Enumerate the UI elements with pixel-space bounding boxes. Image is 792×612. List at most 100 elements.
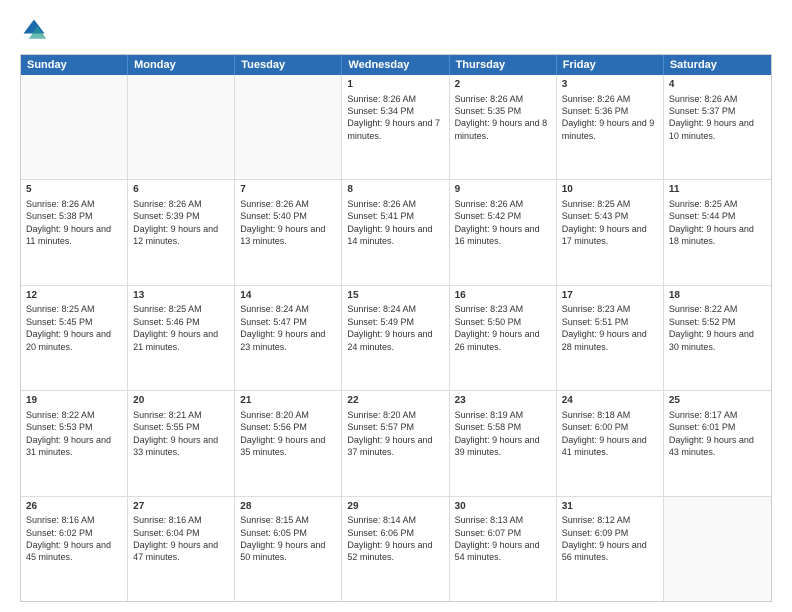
- day-number: 31: [562, 500, 658, 514]
- day-number: 23: [455, 394, 551, 408]
- day-cell-6: 6Sunrise: 8:26 AM Sunset: 5:39 PM Daylig…: [128, 180, 235, 284]
- day-cell-11: 11Sunrise: 8:25 AM Sunset: 5:44 PM Dayli…: [664, 180, 771, 284]
- day-number: 30: [455, 500, 551, 514]
- day-content: Sunrise: 8:26 AM Sunset: 5:36 PM Dayligh…: [562, 93, 658, 143]
- day-number: 28: [240, 500, 336, 514]
- day-cell-29: 29Sunrise: 8:14 AM Sunset: 6:06 PM Dayli…: [342, 497, 449, 601]
- day-number: 12: [26, 289, 122, 303]
- day-cell-20: 20Sunrise: 8:21 AM Sunset: 5:55 PM Dayli…: [128, 391, 235, 495]
- day-content: Sunrise: 8:26 AM Sunset: 5:40 PM Dayligh…: [240, 198, 336, 248]
- day-cell-19: 19Sunrise: 8:22 AM Sunset: 5:53 PM Dayli…: [21, 391, 128, 495]
- day-cell-26: 26Sunrise: 8:16 AM Sunset: 6:02 PM Dayli…: [21, 497, 128, 601]
- day-content: Sunrise: 8:13 AM Sunset: 6:07 PM Dayligh…: [455, 514, 551, 564]
- day-cell-9: 9Sunrise: 8:26 AM Sunset: 5:42 PM Daylig…: [450, 180, 557, 284]
- day-cell-28: 28Sunrise: 8:15 AM Sunset: 6:05 PM Dayli…: [235, 497, 342, 601]
- day-number: 11: [669, 183, 766, 197]
- day-number: 7: [240, 183, 336, 197]
- day-number: 22: [347, 394, 443, 408]
- day-content: Sunrise: 8:26 AM Sunset: 5:38 PM Dayligh…: [26, 198, 122, 248]
- day-number: 24: [562, 394, 658, 408]
- day-cell-27: 27Sunrise: 8:16 AM Sunset: 6:04 PM Dayli…: [128, 497, 235, 601]
- day-content: Sunrise: 8:16 AM Sunset: 6:04 PM Dayligh…: [133, 514, 229, 564]
- day-number: 20: [133, 394, 229, 408]
- day-content: Sunrise: 8:23 AM Sunset: 5:50 PM Dayligh…: [455, 303, 551, 353]
- calendar: SundayMondayTuesdayWednesdayThursdayFrid…: [20, 54, 772, 602]
- calendar-body: 1Sunrise: 8:26 AM Sunset: 5:34 PM Daylig…: [21, 75, 771, 601]
- day-cell-5: 5Sunrise: 8:26 AM Sunset: 5:38 PM Daylig…: [21, 180, 128, 284]
- day-number: 13: [133, 289, 229, 303]
- day-cell-17: 17Sunrise: 8:23 AM Sunset: 5:51 PM Dayli…: [557, 286, 664, 390]
- day-content: Sunrise: 8:25 AM Sunset: 5:43 PM Dayligh…: [562, 198, 658, 248]
- day-number: 27: [133, 500, 229, 514]
- day-cell-14: 14Sunrise: 8:24 AM Sunset: 5:47 PM Dayli…: [235, 286, 342, 390]
- day-content: Sunrise: 8:25 AM Sunset: 5:46 PM Dayligh…: [133, 303, 229, 353]
- day-cell-16: 16Sunrise: 8:23 AM Sunset: 5:50 PM Dayli…: [450, 286, 557, 390]
- day-number: 21: [240, 394, 336, 408]
- day-cell-empty-0-1: [128, 75, 235, 179]
- day-cell-10: 10Sunrise: 8:25 AM Sunset: 5:43 PM Dayli…: [557, 180, 664, 284]
- day-number: 15: [347, 289, 443, 303]
- page: SundayMondayTuesdayWednesdayThursdayFrid…: [0, 0, 792, 612]
- day-number: 2: [455, 78, 551, 92]
- day-content: Sunrise: 8:20 AM Sunset: 5:57 PM Dayligh…: [347, 409, 443, 459]
- day-number: 14: [240, 289, 336, 303]
- weekday-header-sunday: Sunday: [21, 55, 128, 75]
- day-content: Sunrise: 8:16 AM Sunset: 6:02 PM Dayligh…: [26, 514, 122, 564]
- calendar-row-4: 26Sunrise: 8:16 AM Sunset: 6:02 PM Dayli…: [21, 496, 771, 601]
- day-content: Sunrise: 8:18 AM Sunset: 6:00 PM Dayligh…: [562, 409, 658, 459]
- day-content: Sunrise: 8:25 AM Sunset: 5:44 PM Dayligh…: [669, 198, 766, 248]
- day-number: 5: [26, 183, 122, 197]
- day-content: Sunrise: 8:17 AM Sunset: 6:01 PM Dayligh…: [669, 409, 766, 459]
- day-content: Sunrise: 8:26 AM Sunset: 5:35 PM Dayligh…: [455, 93, 551, 143]
- day-number: 3: [562, 78, 658, 92]
- day-content: Sunrise: 8:19 AM Sunset: 5:58 PM Dayligh…: [455, 409, 551, 459]
- day-number: 6: [133, 183, 229, 197]
- calendar-row-0: 1Sunrise: 8:26 AM Sunset: 5:34 PM Daylig…: [21, 75, 771, 179]
- day-content: Sunrise: 8:21 AM Sunset: 5:55 PM Dayligh…: [133, 409, 229, 459]
- weekday-header-thursday: Thursday: [450, 55, 557, 75]
- day-content: Sunrise: 8:24 AM Sunset: 5:47 PM Dayligh…: [240, 303, 336, 353]
- weekday-header-friday: Friday: [557, 55, 664, 75]
- day-cell-24: 24Sunrise: 8:18 AM Sunset: 6:00 PM Dayli…: [557, 391, 664, 495]
- day-number: 9: [455, 183, 551, 197]
- day-content: Sunrise: 8:12 AM Sunset: 6:09 PM Dayligh…: [562, 514, 658, 564]
- day-cell-empty-0-0: [21, 75, 128, 179]
- day-content: Sunrise: 8:22 AM Sunset: 5:52 PM Dayligh…: [669, 303, 766, 353]
- weekday-header-monday: Monday: [128, 55, 235, 75]
- day-cell-7: 7Sunrise: 8:26 AM Sunset: 5:40 PM Daylig…: [235, 180, 342, 284]
- day-content: Sunrise: 8:24 AM Sunset: 5:49 PM Dayligh…: [347, 303, 443, 353]
- day-cell-22: 22Sunrise: 8:20 AM Sunset: 5:57 PM Dayli…: [342, 391, 449, 495]
- day-content: Sunrise: 8:23 AM Sunset: 5:51 PM Dayligh…: [562, 303, 658, 353]
- day-cell-empty-4-6: [664, 497, 771, 601]
- day-content: Sunrise: 8:26 AM Sunset: 5:37 PM Dayligh…: [669, 93, 766, 143]
- header: [20, 16, 772, 44]
- weekday-header-wednesday: Wednesday: [342, 55, 449, 75]
- day-content: Sunrise: 8:22 AM Sunset: 5:53 PM Dayligh…: [26, 409, 122, 459]
- logo-icon: [20, 16, 48, 44]
- calendar-row-2: 12Sunrise: 8:25 AM Sunset: 5:45 PM Dayli…: [21, 285, 771, 390]
- day-cell-1: 1Sunrise: 8:26 AM Sunset: 5:34 PM Daylig…: [342, 75, 449, 179]
- day-content: Sunrise: 8:25 AM Sunset: 5:45 PM Dayligh…: [26, 303, 122, 353]
- day-cell-2: 2Sunrise: 8:26 AM Sunset: 5:35 PM Daylig…: [450, 75, 557, 179]
- day-number: 10: [562, 183, 658, 197]
- day-cell-8: 8Sunrise: 8:26 AM Sunset: 5:41 PM Daylig…: [342, 180, 449, 284]
- day-number: 4: [669, 78, 766, 92]
- day-cell-12: 12Sunrise: 8:25 AM Sunset: 5:45 PM Dayli…: [21, 286, 128, 390]
- day-content: Sunrise: 8:15 AM Sunset: 6:05 PM Dayligh…: [240, 514, 336, 564]
- day-cell-4: 4Sunrise: 8:26 AM Sunset: 5:37 PM Daylig…: [664, 75, 771, 179]
- day-number: 29: [347, 500, 443, 514]
- weekday-header-tuesday: Tuesday: [235, 55, 342, 75]
- day-content: Sunrise: 8:14 AM Sunset: 6:06 PM Dayligh…: [347, 514, 443, 564]
- day-cell-31: 31Sunrise: 8:12 AM Sunset: 6:09 PM Dayli…: [557, 497, 664, 601]
- day-number: 17: [562, 289, 658, 303]
- day-number: 19: [26, 394, 122, 408]
- day-cell-3: 3Sunrise: 8:26 AM Sunset: 5:36 PM Daylig…: [557, 75, 664, 179]
- calendar-row-1: 5Sunrise: 8:26 AM Sunset: 5:38 PM Daylig…: [21, 179, 771, 284]
- day-content: Sunrise: 8:26 AM Sunset: 5:39 PM Dayligh…: [133, 198, 229, 248]
- day-cell-21: 21Sunrise: 8:20 AM Sunset: 5:56 PM Dayli…: [235, 391, 342, 495]
- day-cell-18: 18Sunrise: 8:22 AM Sunset: 5:52 PM Dayli…: [664, 286, 771, 390]
- day-number: 8: [347, 183, 443, 197]
- day-content: Sunrise: 8:20 AM Sunset: 5:56 PM Dayligh…: [240, 409, 336, 459]
- day-content: Sunrise: 8:26 AM Sunset: 5:34 PM Dayligh…: [347, 93, 443, 143]
- day-cell-13: 13Sunrise: 8:25 AM Sunset: 5:46 PM Dayli…: [128, 286, 235, 390]
